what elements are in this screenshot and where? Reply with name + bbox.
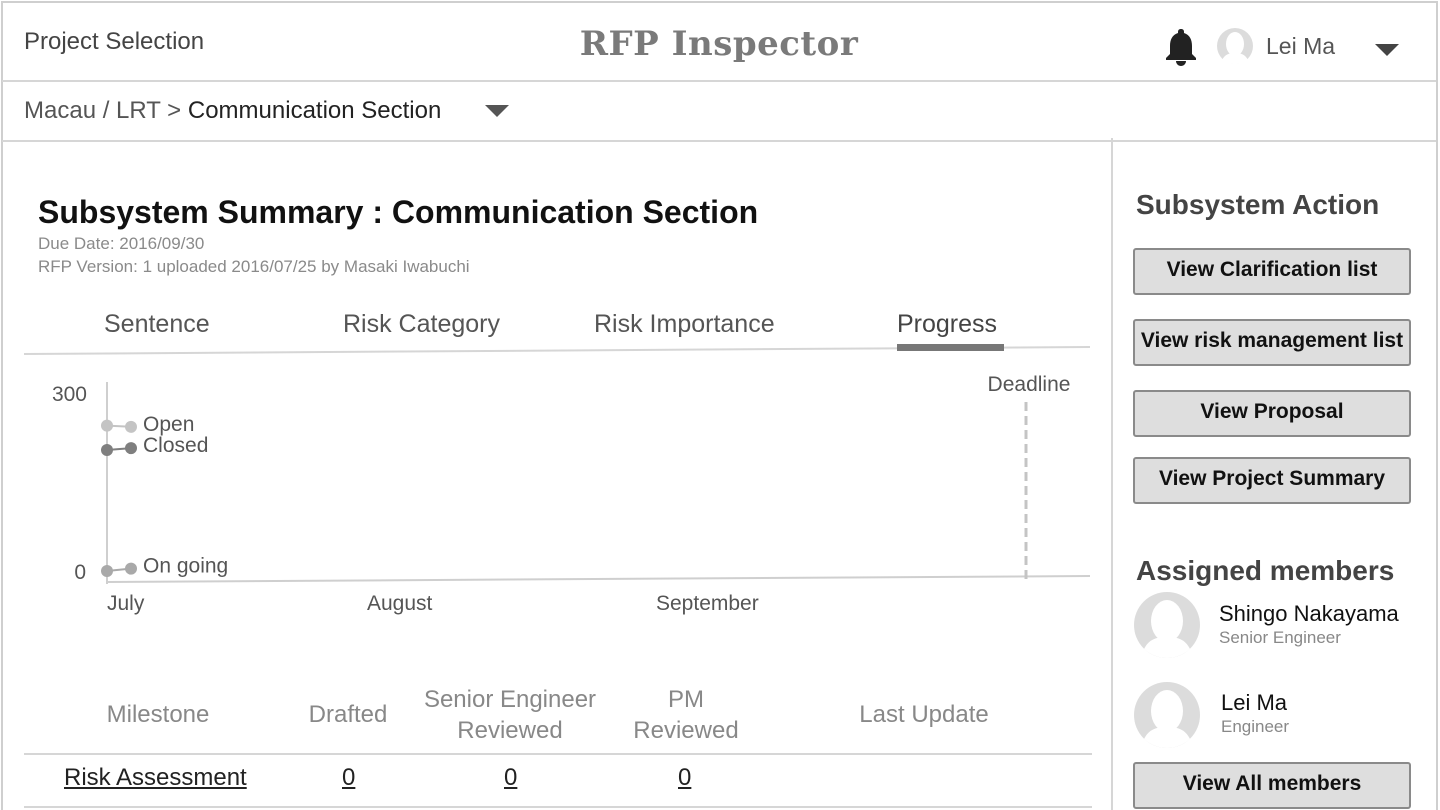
- data-point-open-1: [125, 420, 137, 433]
- bell-icon[interactable]: [1162, 26, 1200, 66]
- tab-risk-category[interactable]: Risk Category: [343, 310, 500, 339]
- view-clarification-list-button[interactable]: View Clarification list: [1133, 248, 1411, 295]
- button-label: View Project Summary: [1158, 467, 1386, 490]
- member-name[interactable]: Shingo Nakayama: [1219, 601, 1399, 627]
- table-row-divider: [24, 806, 1092, 808]
- rfp-version-info: RFP Version: 1 uploaded 2016/07/25 by Ma…: [38, 257, 470, 276]
- subsystem-action-title: Subsystem Action: [1136, 189, 1380, 220]
- column-header-pm-line2: Reviewed: [633, 717, 739, 744]
- user-avatar-icon[interactable]: [1216, 27, 1254, 65]
- x-tick-september: September: [656, 592, 759, 615]
- chevron-down-icon[interactable]: [484, 103, 510, 119]
- top-bar: Project Selection RFP Inspector Lei Ma: [2, 2, 1436, 82]
- breadcrumb-bar: Macau / LRT > Communication Section: [2, 84, 1436, 142]
- x-tick-august: August: [367, 592, 433, 615]
- assigned-members-title: Assigned members: [1136, 555, 1395, 586]
- table-header-divider: [24, 753, 1092, 755]
- x-axis: [106, 575, 1091, 583]
- y-tick-0: 0: [74, 561, 86, 584]
- drafted-count-link[interactable]: 0: [342, 764, 355, 792]
- breadcrumb-current: Communication Section: [187, 97, 442, 124]
- column-header-senior-line1: Senior Engineer: [423, 686, 597, 713]
- chevron-down-icon[interactable]: [1374, 42, 1400, 58]
- tab-progress[interactable]: Progress: [897, 310, 997, 339]
- column-header-milestone: Milestone: [106, 701, 210, 728]
- tab-active-underline: [897, 344, 1004, 351]
- pm-reviewed-count-link[interactable]: 0: [678, 764, 691, 792]
- data-point-on-going-1: [125, 562, 137, 575]
- avatar-icon: [1134, 592, 1200, 658]
- page-title: Subsystem Summary : Communication Sectio…: [38, 194, 759, 230]
- tab-sentence[interactable]: Sentence: [104, 310, 210, 339]
- milestone-link[interactable]: Risk Assessment: [64, 764, 247, 792]
- x-tick-july: July: [107, 592, 145, 615]
- data-point-open-0: [101, 419, 113, 432]
- column-header-pm-line1: PM: [668, 686, 704, 713]
- view-project-summary-button[interactable]: View Project Summary: [1133, 457, 1411, 504]
- view-proposal-button[interactable]: View Proposal: [1133, 390, 1411, 437]
- column-header-senior-line2: Reviewed: [457, 717, 563, 744]
- sidebar-divider: [1111, 138, 1113, 810]
- button-label: View Proposal: [1200, 400, 1344, 423]
- button-label: View Clarification list: [1166, 258, 1378, 281]
- data-point-closed-1: [125, 442, 137, 455]
- member-name[interactable]: Lei Ma: [1221, 690, 1287, 716]
- view-risk-management-list-button[interactable]: View risk management list: [1133, 319, 1411, 366]
- data-point-on-going-0: [101, 565, 113, 577]
- senior-reviewed-count-link[interactable]: 0: [504, 764, 517, 792]
- column-header-drafted: Drafted: [308, 701, 388, 728]
- button-label: View All members: [1182, 772, 1362, 795]
- breadcrumb[interactable]: Macau / LRT > Communication Section: [24, 97, 441, 125]
- y-tick-300: 300: [52, 383, 87, 406]
- series-label-open: Open: [143, 413, 194, 436]
- column-header-pm-reviewed: PM Reviewed: [620, 684, 752, 746]
- user-name[interactable]: Lei Ma: [1266, 33, 1335, 60]
- member-role: Senior Engineer: [1219, 628, 1341, 647]
- series-label-closed: Closed: [143, 434, 208, 457]
- series-label-on-going: On going: [143, 555, 228, 578]
- column-header-senior-reviewed: Senior Engineer Reviewed: [410, 684, 610, 746]
- breadcrumb-path: Macau / LRT >: [24, 97, 188, 124]
- column-header-last-update: Last Update: [859, 701, 989, 728]
- data-point-closed-0: [101, 443, 113, 456]
- view-all-members-button[interactable]: View All members: [1133, 762, 1411, 809]
- deadline-label: Deadline: [988, 373, 1071, 396]
- progress-chart: 300 0 July August September Deadline Ope…: [52, 373, 1091, 615]
- avatar-icon: [1134, 682, 1200, 748]
- button-label: View risk management list: [1140, 329, 1404, 352]
- member-role: Engineer: [1221, 717, 1290, 736]
- due-date: Due Date: 2016/09/30: [38, 234, 205, 253]
- tab-risk-importance[interactable]: Risk Importance: [594, 310, 775, 339]
